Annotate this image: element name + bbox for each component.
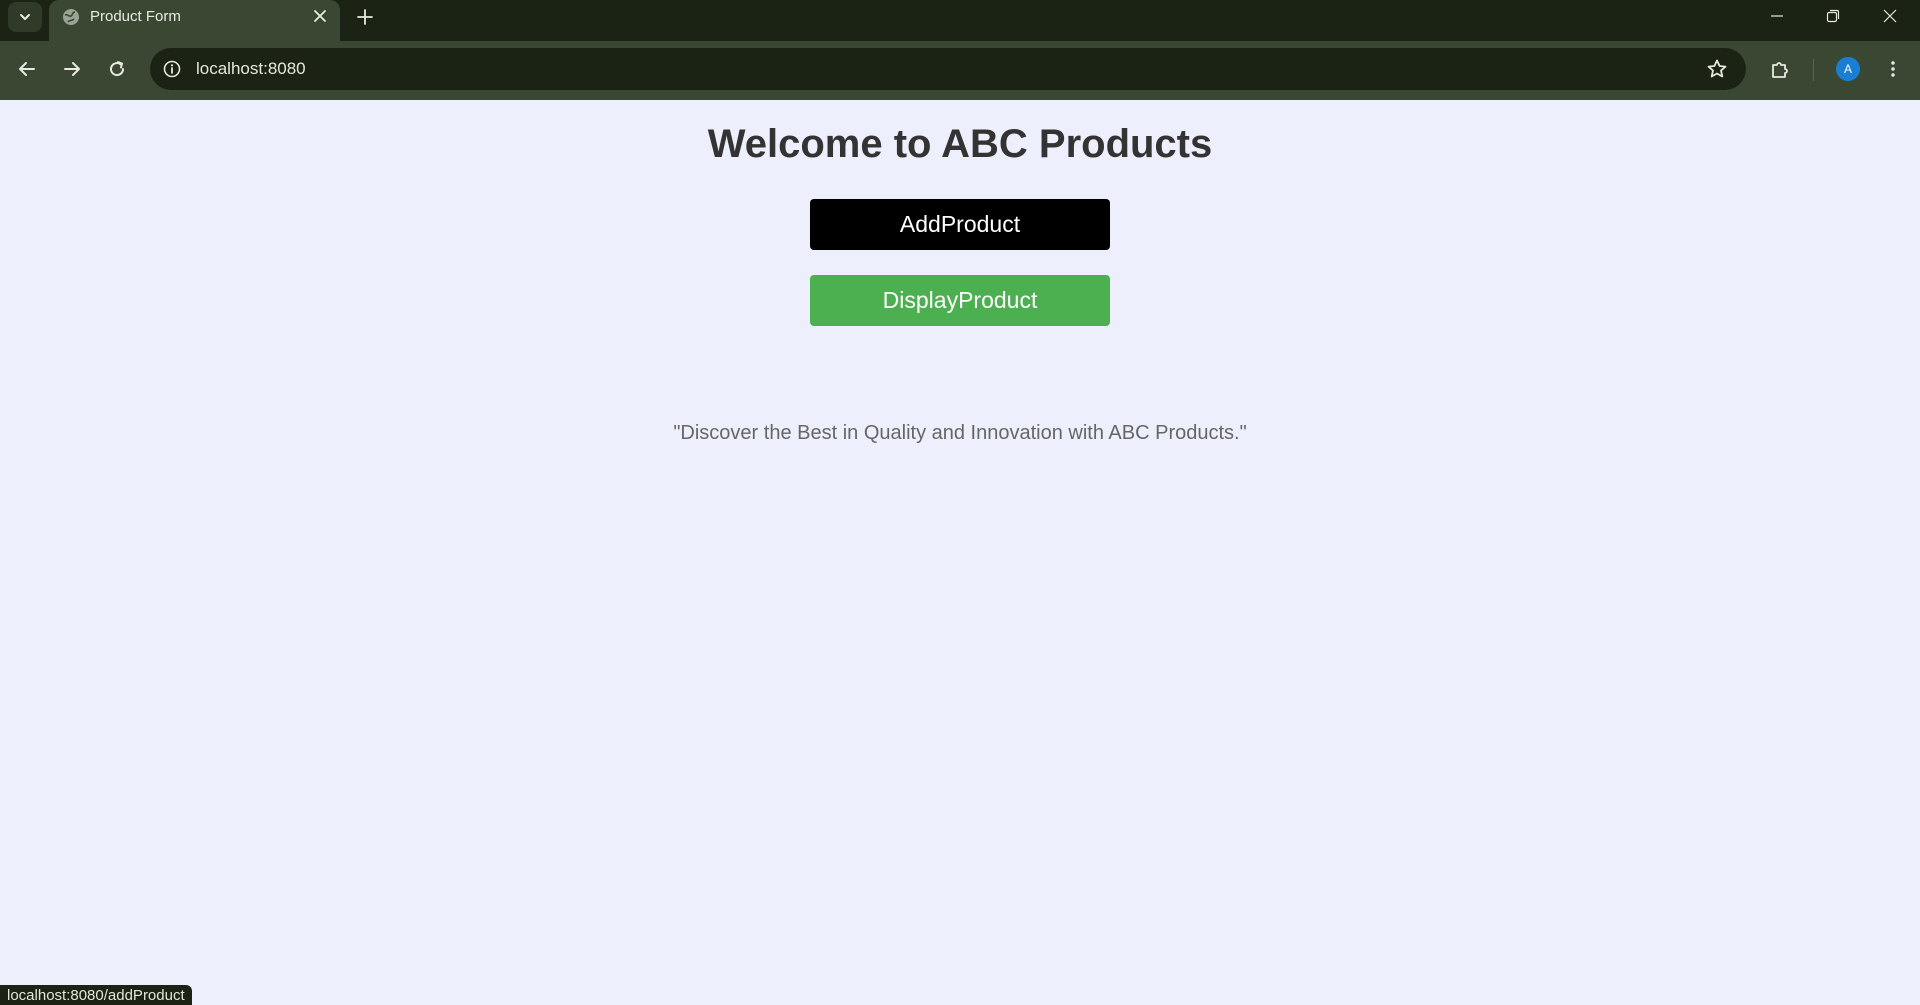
tab-search-button[interactable] — [8, 2, 42, 32]
page-title: Welcome to ABC Products — [707, 122, 1213, 166]
profile-avatar[interactable]: A — [1836, 57, 1860, 81]
reload-icon — [110, 61, 125, 77]
arrow-left-icon — [19, 62, 35, 76]
restore-icon — [1826, 9, 1840, 23]
close-window-button[interactable] — [1877, 4, 1903, 28]
minimize-icon — [1771, 15, 1783, 17]
close-icon[interactable] — [311, 7, 329, 25]
address-url[interactable]: localhost:8080 — [196, 58, 306, 80]
address-bar[interactable]: localhost:8080 — [150, 48, 1746, 90]
add-product-button[interactable]: AddProduct — [810, 199, 1110, 250]
more-vertical-icon — [1891, 61, 1895, 77]
page-content: Welcome to ABC Products AddProduct Displ… — [0, 100, 1920, 1005]
tagline: "Discover the Best in Quality and Innova… — [673, 422, 1247, 444]
extensions-button[interactable] — [1767, 56, 1793, 82]
browser-tab[interactable]: Product Form — [49, 0, 340, 41]
toolbar-separator — [1813, 59, 1814, 81]
chevron-down-icon — [20, 14, 30, 20]
new-tab-icon[interactable] — [354, 6, 376, 28]
status-bar-url: localhost:8080/addProduct — [0, 985, 192, 1005]
site-info-icon[interactable] — [162, 59, 182, 79]
display-product-button[interactable]: DisplayProduct — [810, 275, 1110, 326]
forward-button[interactable] — [59, 56, 85, 82]
puzzle-icon — [1772, 62, 1788, 78]
tab-strip: Product Form — [0, 0, 1920, 41]
browser-toolbar: localhost:8080 A — [0, 41, 1920, 100]
globe-icon — [63, 9, 79, 25]
bookmark-star-icon[interactable] — [1705, 57, 1729, 81]
close-window-icon — [1883, 9, 1897, 23]
restore-button[interactable] — [1820, 4, 1846, 28]
arrow-right-icon — [64, 62, 80, 76]
back-button[interactable] — [14, 56, 40, 82]
minimize-button[interactable] — [1764, 4, 1790, 28]
menu-button[interactable] — [1880, 56, 1906, 82]
tab-title: Product Form — [90, 8, 181, 25]
reload-button[interactable] — [104, 56, 130, 82]
